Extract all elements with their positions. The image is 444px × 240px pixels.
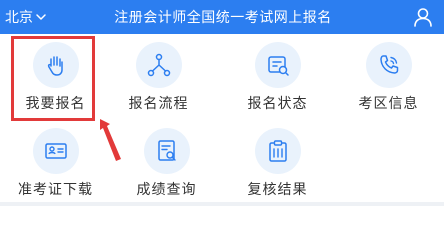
tile-label: 报名流程 [128,96,189,112]
tile-label: 成绩查询 [136,182,197,198]
tile-process[interactable]: 报名流程 [103,34,214,120]
hand-icon [47,56,63,76]
header-bar: 北京 注册会计师全国统一考试网上报名 [0,0,444,34]
tile-region-info[interactable]: 考区信息 [333,34,444,120]
tile-review-result[interactable]: 复核结果 [222,120,333,206]
red-arrow-annotation [100,119,121,161]
clipboard-icon [268,140,287,162]
menu-grid: 我要报名 报名流程 报名状态 考区信息 准考证下载 成绩查询 复核结果 [0,34,444,206]
score-search-icon [157,140,176,161]
tile-label: 复核结果 [247,182,308,198]
status-icon [267,56,289,76]
id-card-icon [44,143,67,159]
flow-icon [147,53,170,77]
tile-admission-ticket[interactable]: 准考证下载 [0,120,111,206]
user-icon[interactable] [412,6,434,28]
phone-icon [379,55,398,74]
tile-apply[interactable]: 我要报名 [0,34,111,120]
tile-label: 报名状态 [247,96,308,112]
tile-label: 考区信息 [358,96,419,112]
tile-label: 准考证下载 [18,182,93,198]
divider [0,202,444,206]
tile-status[interactable]: 报名状态 [222,34,333,120]
tile-label: 我要报名 [25,96,86,112]
page-title: 注册会计师全国统一考试网上报名 [114,10,332,26]
